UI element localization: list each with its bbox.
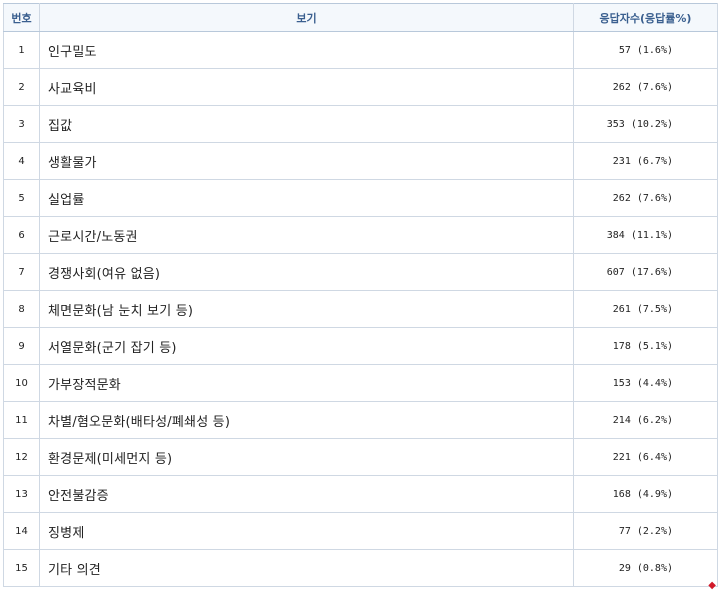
table-row: 12 환경문제(미세먼지 등) 221 (6.4%) [3,438,718,476]
row-response-count: 262 (7.6%) [573,68,718,106]
row-number: 1 [3,31,40,69]
header-response-count: 응답자수(응답률%) [573,3,718,32]
row-option-label: 생활물가 [39,142,574,180]
row-number: 3 [3,105,40,143]
row-number: 15 [3,549,40,587]
row-number: 5 [3,179,40,217]
table-row: 3 집값 353 (10.2%) [3,105,718,143]
table-row: 5 실업률 262 (7.6%) [3,179,718,217]
table-row: 10 가부장적문화 153 (4.4%) [3,364,718,402]
table-row: 14 징병제 77 (2.2%) [3,512,718,550]
row-response-count: 262 (7.6%) [573,179,718,217]
table-row: 4 생활물가 231 (6.7%) [3,142,718,180]
row-number: 13 [3,475,40,513]
row-number: 9 [3,327,40,365]
header-number: 번호 [3,3,40,32]
row-number: 4 [3,142,40,180]
table-row: 11 차별/혐오문화(배타성/폐쇄성 등) 214 (6.2%) [3,401,718,439]
survey-results-panel: 번호 보기 응답자수(응답률%) 1 인구밀도 57 (1.6%) 2 사교육비 262 … [3,3,718,587]
row-option-label: 체면문화(남 눈치 보기 등) [39,290,574,328]
row-response-count: 57 (1.6%) [573,31,718,69]
table-row: 2 사교육비 262 (7.6%) [3,68,718,106]
row-number: 6 [3,216,40,254]
row-option-label: 기타 의견 [39,549,574,587]
row-option-label: 경쟁사회(여유 없음) [39,253,574,291]
row-response-count: 214 (6.2%) [573,401,718,439]
row-option-label: 실업률 [39,179,574,217]
row-response-count: 607 (17.6%) [573,253,718,291]
row-option-label: 서열문화(군기 잡기 등) [39,327,574,365]
row-response-count: 29 (0.8%) [573,549,718,587]
header-option: 보기 [39,3,574,32]
row-response-count: 178 (5.1%) [573,327,718,365]
row-response-count: 231 (6.7%) [573,142,718,180]
table-row: 9 서열문화(군기 잡기 등) 178 (5.1%) [3,327,718,365]
row-option-label: 인구밀도 [39,31,574,69]
row-response-count: 261 (7.5%) [573,290,718,328]
row-response-count: 77 (2.2%) [573,512,718,550]
row-response-count: 384 (11.1%) [573,216,718,254]
row-response-count: 221 (6.4%) [573,438,718,476]
table-body: 1 인구밀도 57 (1.6%) 2 사교육비 262 (7.6%) 3 집값 353 (10.… [3,31,718,587]
row-option-label: 환경문제(미세먼지 등) [39,438,574,476]
row-option-label: 차별/혐오문화(배타성/폐쇄성 등) [39,401,574,439]
row-option-label: 징병제 [39,512,574,550]
table-header-row: 번호 보기 응답자수(응답률%) [3,3,718,32]
table-row: 7 경쟁사회(여유 없음) 607 (17.6%) [3,253,718,291]
row-response-count: 153 (4.4%) [573,364,718,402]
row-response-count: 353 (10.2%) [573,105,718,143]
table-row: 8 체면문화(남 눈치 보기 등) 261 (7.5%) [3,290,718,328]
table-row: 13 안전불감증 168 (4.9%) [3,475,718,513]
survey-results-table: 번호 보기 응답자수(응답률%) 1 인구밀도 57 (1.6%) 2 사교육비 262 … [3,3,718,587]
table-row: 6 근로시간/노동권 384 (11.1%) [3,216,718,254]
row-option-label: 근로시간/노동권 [39,216,574,254]
row-option-label: 가부장적문화 [39,364,574,402]
row-number: 11 [3,401,40,439]
row-number: 8 [3,290,40,328]
row-option-label: 집값 [39,105,574,143]
row-number: 2 [3,68,40,106]
row-number: 7 [3,253,40,291]
table-row: 1 인구밀도 57 (1.6%) [3,31,718,69]
row-response-count: 168 (4.9%) [573,475,718,513]
corner-marker-icon: ◆ [708,580,716,591]
row-option-label: 사교육비 [39,68,574,106]
row-number: 12 [3,438,40,476]
row-option-label: 안전불감증 [39,475,574,513]
table-row: 15 기타 의견 29 (0.8%) [3,549,718,587]
row-number: 10 [3,364,40,402]
row-number: 14 [3,512,40,550]
